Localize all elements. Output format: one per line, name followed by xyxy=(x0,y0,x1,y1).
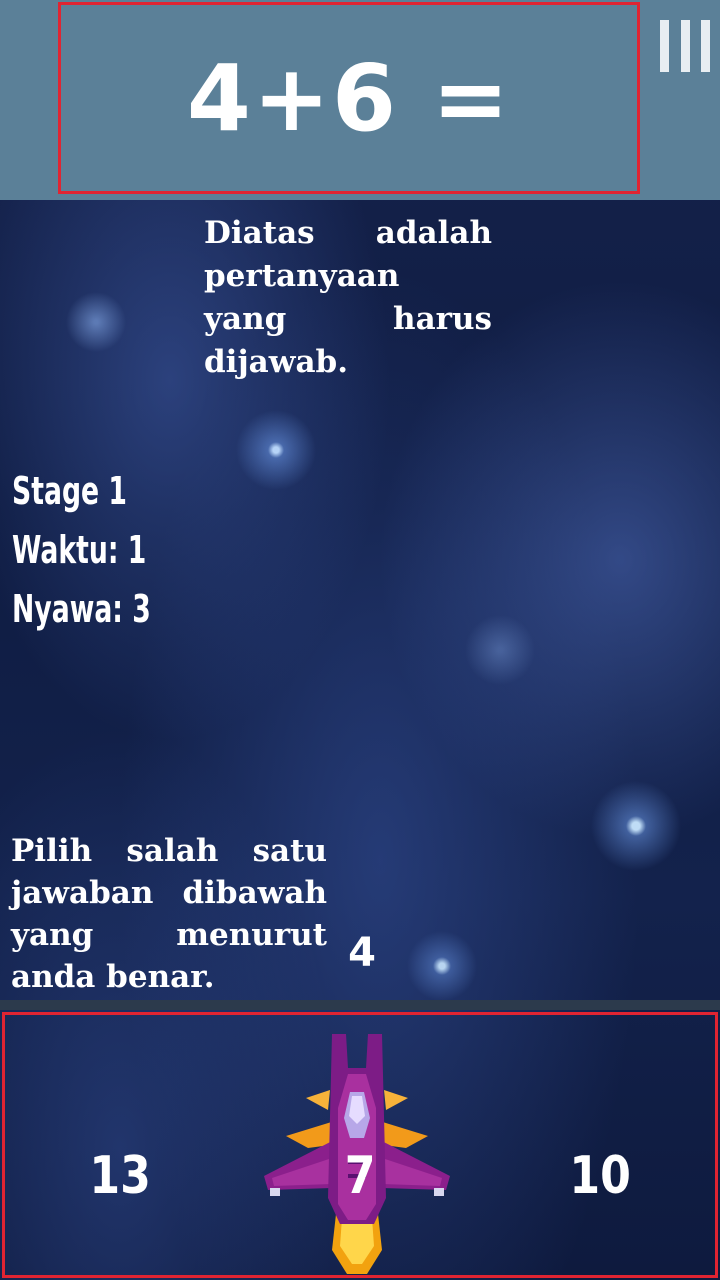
stage-label: Stage 1 xyxy=(12,469,127,513)
answer-option-3[interactable]: 10 xyxy=(540,1146,660,1206)
menu-bars-icon xyxy=(660,20,669,72)
question-box: 4+6 = xyxy=(58,2,640,194)
divider xyxy=(0,1000,720,1010)
time-label: Waktu: 1 xyxy=(12,528,147,572)
falling-answer: 4 xyxy=(348,930,376,976)
answer-hint: Pilih salah satu jawaban dibawah yang me… xyxy=(11,833,327,995)
game-status: Stage 1 Waktu: 1 Nyawa: 3 xyxy=(12,462,190,639)
answer-option-2[interactable]: 7 xyxy=(300,1146,420,1206)
question-hint: Diatas adalah pertanyaan yang harus dija… xyxy=(204,215,492,380)
question-header: 4+6 = xyxy=(0,0,720,200)
answer-option-1[interactable]: 13 xyxy=(60,1146,180,1206)
menu-button[interactable] xyxy=(660,20,710,74)
lives-label: Nyawa: 3 xyxy=(12,587,151,631)
question-text: 4+6 = xyxy=(186,44,512,152)
